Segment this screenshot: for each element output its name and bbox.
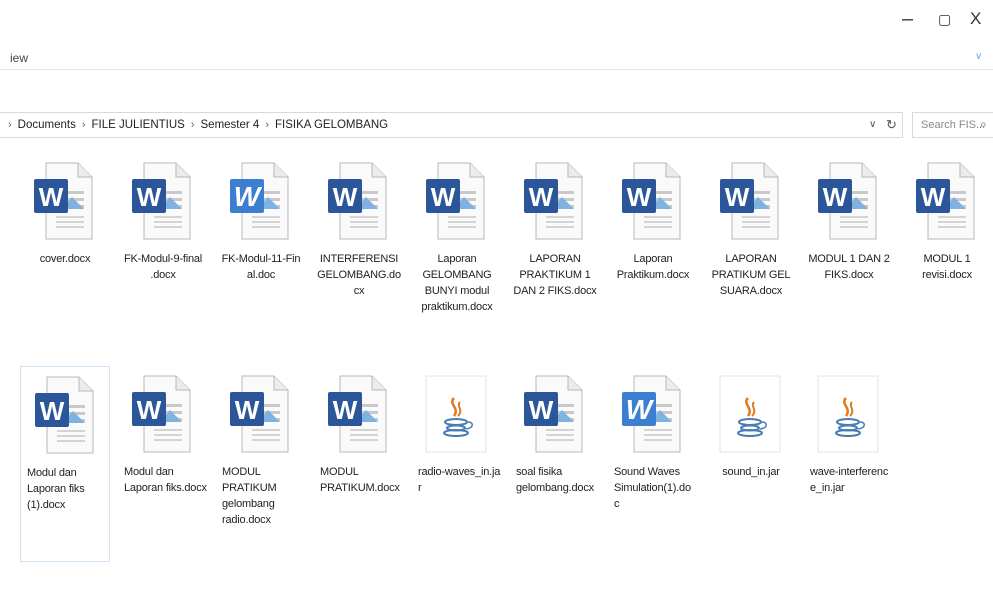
- word-document-icon: W: [620, 374, 684, 454]
- file-item[interactable]: W MODUL 1 revisi.docx: [902, 153, 992, 353]
- file-item[interactable]: W cover.docx: [20, 153, 110, 353]
- file-name: Modul dan Laporan fiks.docx: [124, 466, 207, 494]
- svg-text:W: W: [137, 182, 162, 212]
- word-document-icon: W: [326, 374, 390, 454]
- file-name: wave-interferenc e_in.jar: [810, 466, 889, 494]
- word-document-icon: W: [32, 161, 96, 241]
- word-document-icon: W: [522, 161, 586, 241]
- search-input[interactable]: Search FIS... ⌕: [912, 112, 993, 138]
- file-name: INTERFERENSI GELOMBANG.do cx: [317, 253, 401, 297]
- word-document-icon: W: [816, 161, 880, 241]
- file-item[interactable]: sound_in.jar: [706, 366, 796, 566]
- file-item[interactable]: W soal fisika gelombang.docx: [510, 366, 600, 566]
- file-item[interactable]: W Laporan GELOMBANG BUNYI modul praktikum.d…: [412, 153, 502, 353]
- svg-text:W: W: [823, 182, 848, 212]
- word-document-icon: W: [228, 374, 292, 454]
- svg-text:W: W: [234, 181, 263, 212]
- word-document-icon: W: [130, 374, 194, 454]
- file-name: radio-waves_in.ja r: [418, 466, 501, 494]
- java-jar-icon: [816, 374, 880, 454]
- svg-text:W: W: [626, 394, 655, 425]
- file-name: MODUL PRATIKUM gelombang radio.docx: [222, 466, 277, 526]
- file-item[interactable]: wave-interferenc e_in.jar: [804, 366, 894, 566]
- address-bar[interactable]: › Documents › FILE JULIENTIUS › Semester 4 › FI…: [0, 112, 903, 138]
- svg-text:W: W: [529, 182, 554, 212]
- file-item[interactable]: W LAPORAN PRATIKUM GEL SUARA.docx: [706, 153, 796, 353]
- file-name: Laporan GELOMBANG BUNYI modul praktikum.doc…: [421, 253, 493, 313]
- file-name: cover.docx: [39, 253, 91, 265]
- file-item[interactable]: W FK-Modul-11-Fin al.doc: [216, 153, 306, 353]
- tab-view[interactable]: iew: [10, 51, 28, 65]
- java-jar-icon: [718, 374, 782, 454]
- search-icon: ⌕: [980, 117, 987, 131]
- file-item[interactable]: W Modul dan Laporan fiks.docx: [118, 366, 208, 566]
- file-name: MODUL PRATIKUM.docx: [320, 466, 400, 494]
- word-document-icon: W: [424, 161, 488, 241]
- word-document-icon: W: [522, 374, 586, 454]
- svg-text:W: W: [40, 396, 65, 426]
- breadcrumb-semester-4[interactable]: Semester 4: [201, 119, 260, 131]
- word-document-icon: W: [130, 161, 194, 241]
- svg-text:W: W: [137, 395, 162, 425]
- file-item[interactable]: W LAPORAN PRAKTIKUM 1 DAN 2 FIKS.docx: [510, 153, 600, 353]
- file-name: Modul dan Laporan fiks (1).docx: [27, 467, 85, 511]
- file-name: LAPORAN PRATIKUM GEL SUARA.docx: [711, 253, 791, 297]
- word-document-icon: W: [228, 161, 292, 241]
- search-placeholder: Search FIS...: [921, 119, 986, 131]
- svg-text:W: W: [431, 182, 456, 212]
- svg-text:W: W: [39, 182, 64, 212]
- file-name: LAPORAN PRAKTIKUM 1 DAN 2 FIKS.docx: [513, 253, 597, 297]
- chevron-right-icon[interactable]: ›: [191, 119, 195, 131]
- minimize-button[interactable]: –: [902, 8, 913, 31]
- file-name: FK-Modul-9-final .docx: [123, 253, 203, 281]
- file-item[interactable]: W MODUL 1 DAN 2 FIKS.docx: [804, 153, 894, 353]
- breadcrumb-documents[interactable]: Documents: [18, 119, 76, 131]
- file-item[interactable]: W Modul dan Laporan fiks (1).docx: [20, 366, 110, 562]
- breadcrumb-fisika-gelombang[interactable]: FISIKA GELOMBANG: [275, 119, 388, 131]
- file-name: Laporan Praktikum.docx: [616, 253, 690, 281]
- breadcrumb: › Documents › FILE JULIENTIUS › Semester 4 › FI…: [8, 119, 388, 131]
- chevron-down-icon[interactable]: ∨: [869, 119, 876, 130]
- file-name: MODUL 1 DAN 2 FIKS.docx: [808, 253, 890, 281]
- svg-text:W: W: [333, 182, 358, 212]
- close-button[interactable]: X: [970, 9, 981, 29]
- restore-button[interactable]: ▢: [938, 11, 951, 28]
- file-item[interactable]: radio-waves_in.ja r: [412, 366, 502, 566]
- chevron-right-icon[interactable]: ›: [265, 119, 269, 131]
- breadcrumb-file-julientius[interactable]: FILE JULIENTIUS: [92, 119, 185, 131]
- word-document-icon: W: [718, 161, 782, 241]
- svg-text:W: W: [235, 395, 260, 425]
- ribbon-divider: [0, 69, 993, 70]
- chevron-right-icon[interactable]: ›: [8, 119, 12, 131]
- file-item[interactable]: W FK-Modul-9-final .docx: [118, 153, 208, 353]
- svg-text:W: W: [333, 395, 358, 425]
- chevron-right-icon[interactable]: ›: [82, 119, 86, 131]
- file-item[interactable]: W MODUL PRATIKUM.docx: [314, 366, 404, 566]
- file-item[interactable]: W Sound Waves Simulation(1).do c: [608, 366, 698, 566]
- refresh-icon[interactable]: ↻: [886, 117, 897, 133]
- word-document-icon: W: [326, 161, 390, 241]
- word-document-icon: W: [33, 375, 97, 455]
- file-name: Sound Waves Simulation(1).do c: [614, 466, 691, 510]
- file-name: sound_in.jar: [722, 466, 780, 478]
- file-name: MODUL 1 revisi.docx: [922, 253, 972, 281]
- word-document-icon: W: [914, 161, 978, 241]
- file-item[interactable]: W Laporan Praktikum.docx: [608, 153, 698, 353]
- file-name: soal fisika gelombang.docx: [516, 466, 594, 494]
- word-document-icon: W: [620, 161, 684, 241]
- file-item[interactable]: W MODUL PRATIKUM gelombang radio.docx: [216, 366, 306, 566]
- svg-text:W: W: [529, 395, 554, 425]
- file-item[interactable]: W INTERFERENSI GELOMBANG.do cx: [314, 153, 404, 353]
- svg-text:W: W: [627, 182, 652, 212]
- expand-ribbon-icon[interactable]: ∨: [975, 51, 982, 62]
- svg-text:W: W: [725, 182, 750, 212]
- svg-text:W: W: [921, 182, 946, 212]
- java-jar-icon: [424, 374, 488, 454]
- file-name: FK-Modul-11-Fin al.doc: [221, 253, 301, 281]
